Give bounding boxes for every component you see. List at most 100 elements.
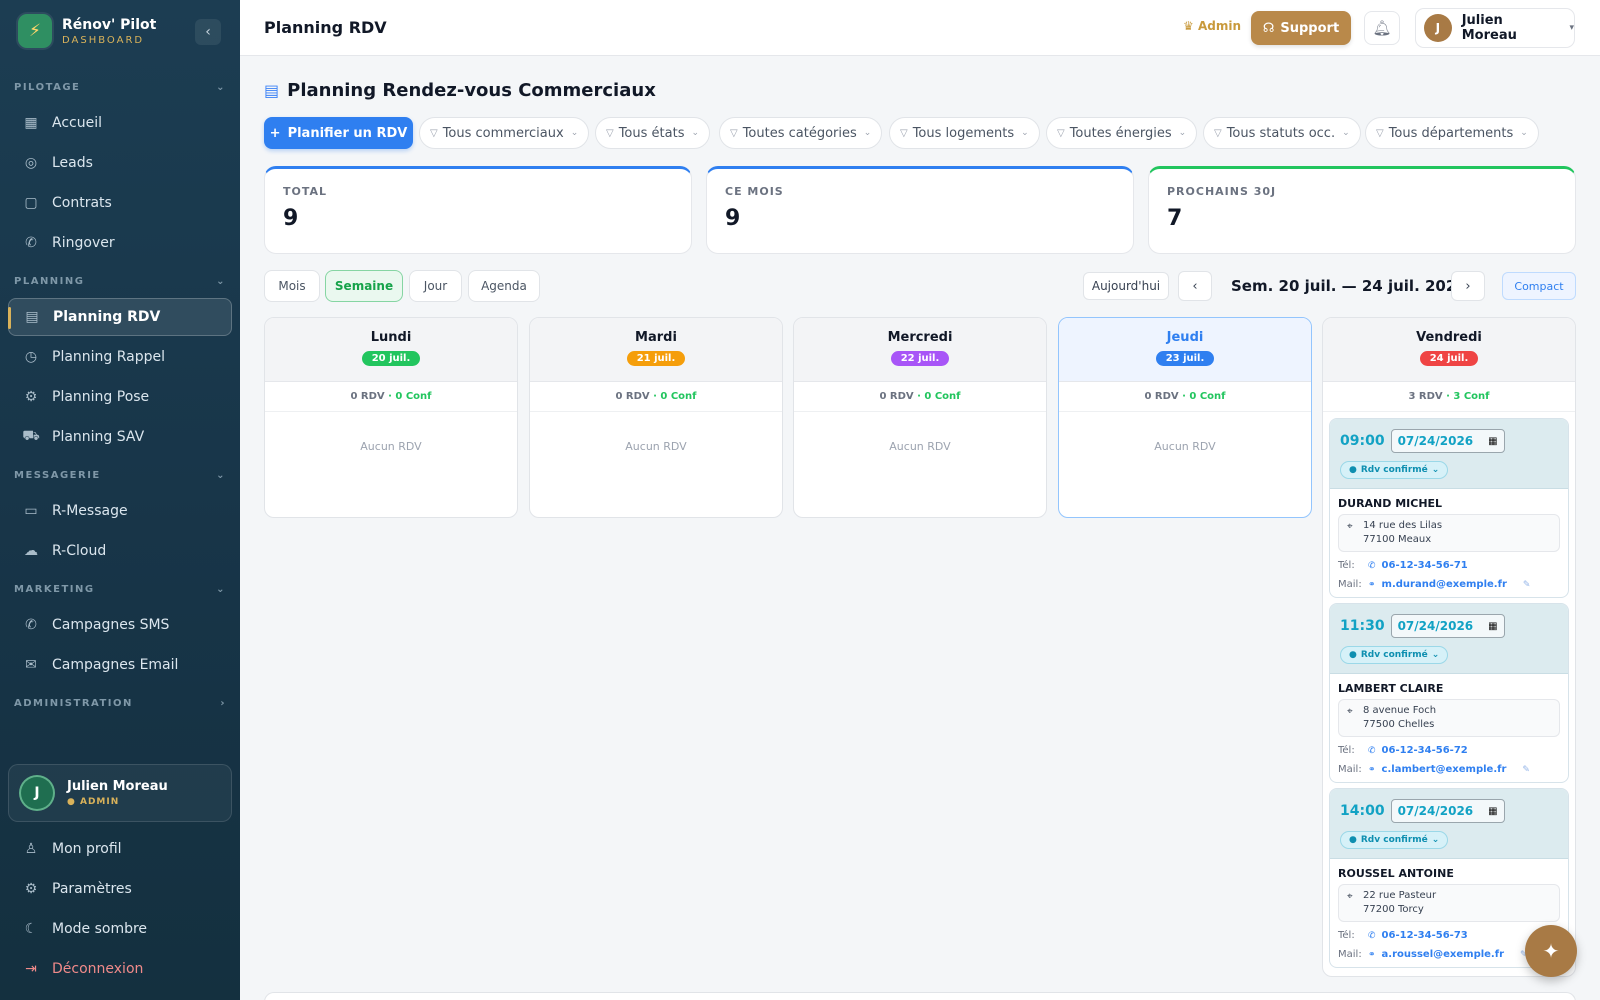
filter-energies[interactable]: ▽ Toutes énergies ⌄ (1046, 117, 1198, 149)
filter-statuts-occ[interactable]: ▽ Tous statuts occ. ⌄ (1203, 117, 1361, 149)
appointment-card[interactable]: 09:00 07/24/2026 ▦ ● Rdv confirmé ⌄ DURAND… (1329, 418, 1569, 598)
user-menu-button[interactable]: J Julien Moreau ▾ (1415, 8, 1575, 48)
client-name: ROUSSEL ANTOINE (1338, 867, 1454, 880)
email-link[interactable]: m.durand@exemple.fr (1382, 579, 1507, 590)
empty-state: Aucun RDV (625, 440, 687, 453)
section-administration[interactable]: ADMINISTRATION › (14, 698, 226, 709)
appointment-time: 11:30 (1340, 618, 1385, 634)
appointment-card[interactable]: 11:30 07/24/2026 ▦ ● Rdv confirmé ⌄ LAMBER… (1329, 603, 1569, 783)
empty-state: Aucun RDV (889, 440, 951, 453)
phone-link[interactable]: 06-12-34-56-73 (1382, 930, 1468, 941)
sidebar-item-accueil[interactable]: ▦ Accueil (8, 104, 232, 142)
plus-icon: + (269, 125, 281, 141)
appointment-date-input[interactable]: 07/24/2026 ▦ (1390, 429, 1505, 453)
day-column-mercredi: Mercredi 22 juil. 0 RDV · 0 Conf Aucun R… (793, 317, 1047, 518)
sidebar-item-r-cloud[interactable]: ☁ R-Cloud (8, 532, 232, 570)
filter-categories[interactable]: ▽ Toutes catégories ⌄ (719, 117, 883, 149)
day-name: Mardi (635, 330, 677, 345)
next-week-button[interactable]: › (1451, 271, 1485, 301)
sidebar-item-campagnes-email[interactable]: ✉ Campagnes Email (8, 646, 232, 684)
email-link[interactable]: c.lambert@exemple.fr (1382, 764, 1507, 775)
document-icon: ▢ (24, 195, 38, 211)
sidebar-item-contrats[interactable]: ▢ Contrats (8, 184, 232, 222)
dark-mode-toggle[interactable]: ☾ Mode sombre (8, 911, 232, 947)
status-dropdown[interactable]: ● Rdv confirmé ⌄ (1340, 646, 1449, 664)
section-pilotage[interactable]: PILOTAGE ⌄ (14, 82, 226, 93)
day-count: 0 RDV · 0 Conf (794, 382, 1046, 412)
day-date-badge: 23 juil. (1155, 351, 1215, 366)
mon-profil-link[interactable]: ♙ Mon profil (8, 831, 232, 867)
status-dropdown[interactable]: ● Rdv confirmé ⌄ (1340, 831, 1449, 849)
filter-icon: ▽ (606, 127, 614, 139)
client-name: LAMBERT CLAIRE (1338, 682, 1444, 695)
user-name: Julien Moreau (67, 779, 168, 794)
chevron-down-icon: ⌄ (216, 82, 226, 93)
filter-commerciaux[interactable]: ▽ Tous commerciaux ⌄ (419, 117, 590, 149)
empty-state: Aucun RDV (360, 440, 422, 453)
support-button[interactable]: ☊ Support (1251, 11, 1351, 45)
map-pin-icon: ⌖ (1347, 891, 1353, 902)
sidebar-item-leads[interactable]: ◎ Leads (8, 144, 232, 182)
prev-week-button[interactable]: ‹ (1178, 271, 1212, 301)
sidebar-item-planning-sav[interactable]: ⛟ Planning SAV (8, 418, 232, 456)
client-address: ⌖ 14 rue des Lilas 77100 Meaux (1338, 514, 1560, 552)
filter-icon: ▽ (1376, 127, 1384, 139)
view-jour-button[interactable]: Jour (409, 270, 462, 302)
notifications-button[interactable]: 🔔︎ (1364, 11, 1400, 45)
ai-assistant-button[interactable]: ✦ (1525, 925, 1577, 977)
plan-rdv-button[interactable]: + Planifier un RDV (264, 117, 413, 149)
sidebar-item-planning-rappel[interactable]: ◷ Planning Rappel (8, 338, 232, 376)
appointment-date-input[interactable]: 07/24/2026 ▦ (1390, 799, 1505, 823)
sidebar-item-ringover[interactable]: ✆ Ringover (8, 224, 232, 262)
empty-state: Aucun RDV (1154, 440, 1216, 453)
stat-prochains-30j: PROCHAINS 30J 7 (1148, 166, 1576, 254)
gear-icon: ⚙ (24, 881, 38, 897)
section-planning[interactable]: PLANNING ⌄ (14, 276, 226, 287)
mail-icon: ✉ (25, 657, 37, 673)
edit-icon[interactable]: ✎ (1522, 765, 1530, 775)
message-icon: ▭ (24, 503, 38, 519)
filter-departements[interactable]: ▽ Tous départements ⌄ (1365, 117, 1539, 149)
phone-link[interactable]: 06-12-34-56-71 (1382, 560, 1468, 571)
appointment-date-input[interactable]: 07/24/2026 ▦ (1390, 614, 1505, 638)
calendar-icon: ▦ (1488, 620, 1498, 632)
section-marketing[interactable]: MARKETING ⌄ (14, 584, 226, 595)
brand[interactable]: ⚡ Rénov' Pilot DASHBOARD (18, 14, 156, 48)
section-title: ▤ Planning Rendez-vous Commerciaux (264, 80, 656, 101)
target-icon: ◎ (24, 155, 38, 171)
sidebar-item-campagnes-sms[interactable]: ✆ Campagnes SMS (8, 606, 232, 644)
week-range: Sem. 20 juil. — 24 juil. 2026 (1231, 277, 1467, 295)
lightning-icon: ⚡ (18, 14, 52, 48)
next-panel-edge (264, 992, 1576, 1000)
compact-toggle[interactable]: Compact (1502, 272, 1576, 300)
grid-icon: ▦ (24, 115, 38, 131)
phone-icon: ✆ (1368, 745, 1376, 756)
logout-link[interactable]: ⇥ Déconnexion (8, 951, 232, 987)
phone-link[interactable]: 06-12-34-56-72 (1382, 745, 1468, 756)
today-button[interactable]: Aujourd'hui (1083, 272, 1169, 300)
bell-icon: 🔔︎ (1372, 19, 1392, 37)
day-column-mardi: Mardi 21 juil. 0 RDV · 0 Conf Aucun RDV (529, 317, 783, 518)
section-messagerie[interactable]: MESSAGERIE ⌄ (14, 470, 226, 481)
sidebar-item-planning-pose[interactable]: ⚙ Planning Pose (8, 378, 232, 416)
sidebar-user-card[interactable]: J Julien Moreau ● ADMIN (8, 764, 232, 822)
email-link[interactable]: a.roussel@exemple.fr (1382, 949, 1504, 960)
user-role: ● ADMIN (67, 797, 120, 807)
filter-logements[interactable]: ▽ Tous logements ⌄ (889, 117, 1040, 149)
view-semaine-button[interactable]: Semaine (325, 270, 403, 302)
day-date-badge: 22 juil. (890, 351, 950, 366)
sidebar-item-r-message[interactable]: ▭ R-Message (8, 492, 232, 530)
view-mois-button[interactable]: Mois (264, 270, 320, 302)
edit-icon[interactable]: ✎ (1523, 580, 1531, 590)
sidebar-item-planning-rdv[interactable]: ▤ Planning RDV (8, 298, 232, 336)
filter-etats[interactable]: ▽ Tous états ⌄ (595, 117, 711, 149)
day-count: 3 RDV · 3 Conf (1323, 382, 1575, 412)
status-dropdown[interactable]: ● Rdv confirmé ⌄ (1340, 461, 1449, 479)
day-column-jeudi: Jeudi 23 juil. 0 RDV · 0 Conf Aucun RDV (1058, 317, 1312, 518)
parametres-link[interactable]: ⚙ Paramètres (8, 871, 232, 907)
filter-icon: ▽ (430, 127, 438, 139)
view-agenda-button[interactable]: Agenda (468, 270, 540, 302)
calendar-icon: ▦ (1488, 435, 1498, 447)
avatar: J (1424, 14, 1452, 42)
collapse-sidebar-button[interactable]: ‹ (195, 19, 221, 45)
